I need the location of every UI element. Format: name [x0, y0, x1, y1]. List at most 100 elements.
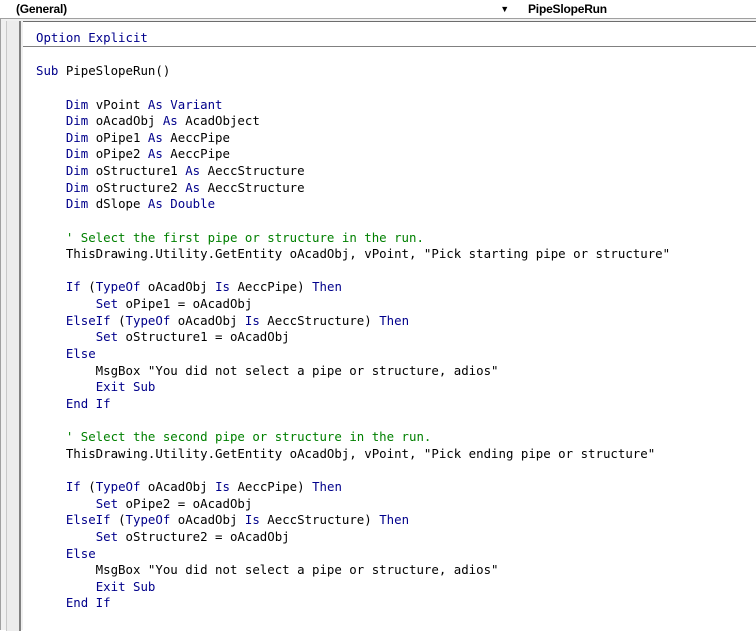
code-token: dSlope [95, 196, 148, 212]
procedure-combo-value: PipeSlopeRun [528, 2, 607, 16]
code-line[interactable]: If (TypeOf oAcadObj Is AeccPipe) Then [36, 279, 342, 295]
code-line[interactable]: Set oPipe1 = oAcadObj [36, 296, 253, 312]
code-line[interactable]: Else [36, 546, 96, 562]
code-token: AeccPipe [170, 146, 230, 162]
code-line[interactable]: Else [36, 346, 96, 362]
code-line[interactable]: Option Explicit [36, 30, 148, 46]
code-line[interactable]: Sub PipeSlopeRun() [36, 63, 170, 79]
code-line[interactable]: Dim vPoint As Variant [36, 97, 223, 113]
keyword-token: Is [244, 512, 268, 528]
keyword-token: Is [215, 279, 238, 295]
keyword-token: Else [65, 345, 96, 361]
code-line[interactable]: MsgBox "You did not select a pipe or str… [36, 562, 499, 578]
code-line[interactable]: Dim oPipe1 As AeccPipe [36, 130, 230, 146]
keyword-token: TypeOf [125, 312, 178, 328]
code-token: oStructure1 = oAcadObj [125, 329, 290, 345]
code-line[interactable]: Set oStructure2 = oAcadObj [36, 529, 290, 545]
keyword-token: ElseIf [65, 512, 119, 528]
code-line[interactable]: Exit Sub [36, 578, 156, 595]
keyword-token: Exit Sub [95, 578, 156, 594]
code-token: ThisDrawing.Utility.GetEntity oAcadObj, … [36, 246, 671, 262]
code-token: oAcadObj [147, 479, 216, 494]
code-window-toolbar: (General) ▼ PipeSlopeRun [0, 0, 756, 18]
object-combo[interactable]: (General) ▼ [0, 0, 516, 18]
code-line[interactable]: MsgBox "You did not select a pipe or str… [36, 363, 499, 379]
code-line[interactable]: Exit Sub [36, 379, 156, 395]
code-line[interactable]: End If [36, 595, 111, 611]
code-line[interactable]: Set oPipe2 = oAcadObj [36, 496, 253, 512]
code-line[interactable]: Dim dSlope As Double [36, 196, 215, 212]
procedure-combo[interactable]: PipeSlopeRun [523, 0, 756, 18]
code-token: oPipe1 = oAcadObj [125, 296, 253, 312]
keyword-token: TypeOf [125, 512, 178, 528]
keyword-token: Exit Sub [95, 379, 156, 395]
keyword-token: Sub [36, 63, 66, 79]
code-token: AeccStructure [207, 179, 305, 195]
code-token: oStructure2 [95, 179, 186, 195]
chevron-down-icon[interactable]: ▼ [500, 4, 509, 14]
keyword-token: End If [65, 595, 111, 611]
keyword-token: If [65, 279, 89, 295]
keyword-token: As [185, 163, 208, 179]
code-token: ( [118, 512, 126, 528]
code-token: oAcadObj [177, 312, 245, 328]
keyword-token: As [147, 129, 171, 145]
code-token: ( [88, 279, 96, 295]
code-token: ( [118, 312, 126, 328]
code-line[interactable]: End If [36, 396, 111, 412]
keyword-token: Dim [65, 96, 96, 112]
code-token: oAcadObj [177, 512, 245, 528]
keyword-token: TypeOf [95, 479, 148, 494]
code-token: vPoint [95, 96, 148, 112]
code-pane[interactable]: Option Explicit Sub PipeSlopeRun() Dim vP… [23, 21, 756, 631]
code-line[interactable]: Dim oPipe2 As AeccPipe [36, 146, 230, 162]
code-token: MsgBox "You did not select a pipe or str… [36, 562, 499, 578]
code-line[interactable]: ThisDrawing.Utility.GetEntity oAcadObj, … [36, 246, 670, 262]
code-line[interactable]: ' Select the first pipe or structure in … [36, 230, 424, 246]
keyword-token: Dim [65, 113, 96, 129]
code-line[interactable]: If (TypeOf oAcadObj Is AeccPipe) Then [36, 479, 342, 495]
code-line[interactable]: ElseIf (TypeOf oAcadObj Is AeccStructure… [36, 313, 409, 329]
code-token: ThisDrawing.Utility.GetEntity oAcadObj, … [36, 445, 656, 461]
comment-token: ' Select the second pipe or structure in… [65, 429, 432, 445]
code-line[interactable]: Set oStructure1 = oAcadObj [36, 329, 290, 345]
code-token: AeccPipe [170, 129, 230, 145]
keyword-token: Then [312, 279, 342, 295]
code-token: oPipe2 [95, 146, 148, 162]
code-token: PipeSlopeRun() [65, 63, 171, 79]
keyword-token: Set [95, 329, 126, 345]
margin-indicator-bar[interactable] [6, 21, 21, 631]
code-token: ( [88, 479, 96, 494]
code-line[interactable]: Dim oStructure1 As AeccStructure [36, 163, 305, 179]
keyword-token: Then [379, 512, 410, 528]
code-line[interactable]: Dim oStructure2 As AeccStructure [36, 180, 305, 196]
keyword-token: Dim [65, 129, 96, 145]
object-combo-value: (General) [16, 2, 67, 16]
keyword-token: Else [65, 545, 96, 561]
keyword-token: Dim [65, 179, 96, 195]
code-line[interactable]: ElseIf (TypeOf oAcadObj Is AeccStructure… [36, 512, 409, 528]
keyword-token: If [65, 479, 89, 494]
code-line[interactable]: ' Select the second pipe or structure in… [36, 429, 432, 445]
code-line[interactable]: ThisDrawing.Utility.GetEntity oAcadObj, … [36, 446, 655, 462]
keyword-token: Is [215, 479, 238, 494]
code-token: AeccStructure) [267, 512, 380, 528]
code-token: AeccPipe) [237, 279, 313, 295]
code-line[interactable]: Dim oAcadObj As AcadObject [36, 113, 260, 129]
